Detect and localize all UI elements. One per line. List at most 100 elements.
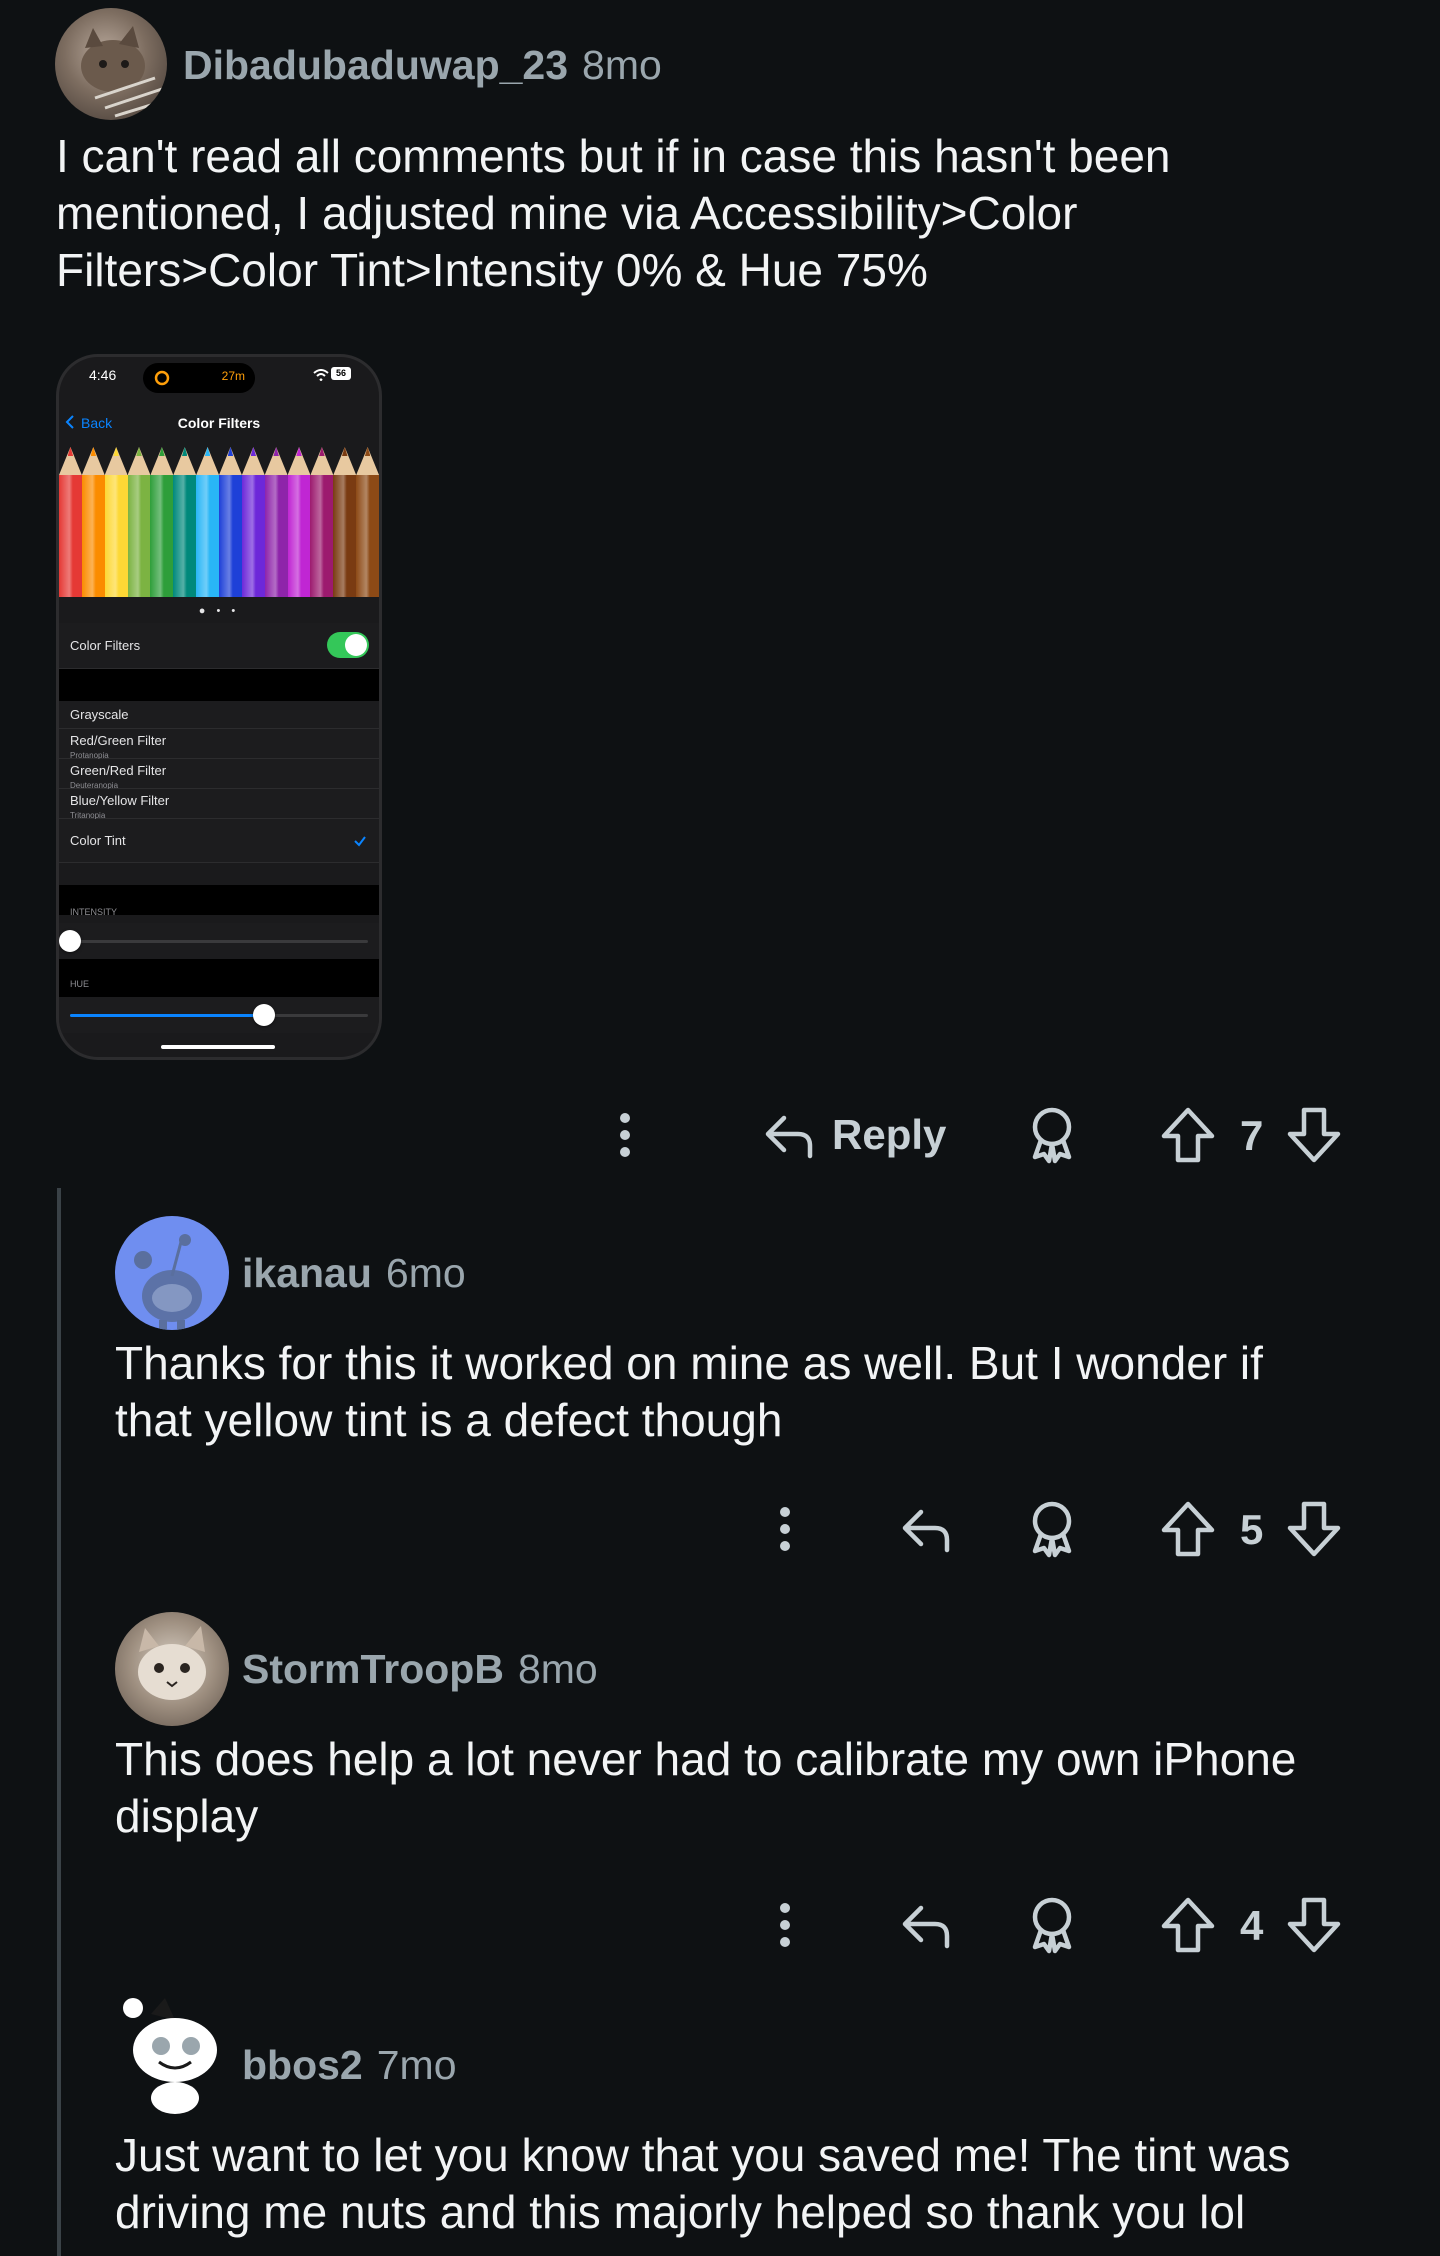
comment-age: 6mo: [385, 1250, 466, 1296]
award-icon: [1032, 1897, 1072, 1954]
username[interactable]: ikanau: [242, 1250, 372, 1296]
intensity-slider-row: [59, 923, 379, 959]
filter-option-label: Green/Red Filter: [70, 763, 167, 778]
home-indicator: [161, 1045, 275, 1049]
comment-body-line: driving me nuts and this majorly helped …: [115, 2186, 1246, 2238]
pencil: [310, 447, 334, 597]
checkmark-icon: [354, 836, 366, 847]
award-button[interactable]: [1022, 1890, 1082, 1960]
avatar[interactable]: [55, 8, 167, 120]
avatar[interactable]: [115, 1990, 229, 2116]
reply-icon: [902, 1509, 950, 1553]
reply-icon: [765, 1115, 813, 1159]
pencil: [104, 447, 128, 597]
comment-actions: Reply 7: [600, 1100, 1360, 1170]
comment-actions: 5: [760, 1494, 1360, 1564]
toggle-label: Color Filters: [70, 638, 141, 653]
vote-count: 4: [1240, 1902, 1264, 1949]
reply-button[interactable]: [896, 1890, 956, 1960]
reply-icon: [902, 1905, 950, 1949]
pencil: [173, 447, 197, 597]
reddit-snoo-avatar-icon: [134, 1234, 202, 1330]
color-pencils-image: [59, 447, 379, 597]
filter-option-label: Red/Green Filter: [70, 733, 167, 748]
comment-author[interactable]: Dibadubaduwap_23 8mo: [183, 42, 662, 89]
image-attachment[interactable]: 4:46 27m 56 Back Color Filters ● • • Col…: [56, 354, 382, 1060]
comment-body-line: display: [115, 1790, 259, 1842]
more-vertical-icon: [780, 1507, 790, 1551]
avatar[interactable]: [115, 1612, 229, 1726]
username[interactable]: bbos2: [242, 2042, 363, 2088]
filter-option-row: Color Tint: [59, 819, 379, 863]
pencil: [356, 447, 379, 597]
hue-slider-row: [59, 997, 379, 1033]
more-vertical-icon: [620, 1113, 630, 1157]
slider-fill: [70, 1014, 264, 1017]
comment-body: This does help a lot never had to calibr…: [115, 1731, 1296, 1845]
comment-body-line: This does help a lot never had to calibr…: [115, 1733, 1297, 1785]
more-options-button[interactable]: [760, 1494, 810, 1564]
cat-photo-icon: [138, 1626, 206, 1700]
comment-actions: 4: [760, 1890, 1360, 1960]
section-gap: [59, 669, 379, 701]
comment-age: 7mo: [376, 2042, 457, 2088]
comment-author[interactable]: bbos2 7mo: [242, 2042, 457, 2089]
toggle-knob: [345, 634, 367, 656]
pencil: [333, 447, 357, 597]
thread-line[interactable]: [57, 1188, 61, 2256]
page-dots: ● • •: [198, 605, 240, 617]
reddit-snoo-avatar-icon: [123, 1998, 217, 2114]
comment-body: Thanks for this it worked on mine as wel…: [115, 1335, 1263, 1449]
phone-status-bar: 4:46 27m 56: [59, 363, 379, 397]
screen-title: Color Filters: [177, 415, 261, 431]
username[interactable]: Dibadubaduwap_23: [183, 42, 568, 88]
pencil: [241, 447, 265, 597]
more-options-button[interactable]: [760, 1890, 810, 1960]
award-button[interactable]: [1022, 1494, 1082, 1564]
pencil: [287, 447, 311, 597]
filter-option-row: Grayscale: [59, 701, 379, 729]
upvote-button[interactable]: [1160, 1890, 1216, 1960]
avatar[interactable]: [115, 1216, 229, 1330]
cat-photo-icon: [81, 26, 167, 118]
color-filters-toggle-row: Color Filters: [59, 623, 379, 669]
wifi-icon: [313, 369, 329, 381]
award-icon: [1032, 1107, 1072, 1164]
filter-option-label: Grayscale: [70, 707, 129, 722]
filter-option-label: Color Tint: [70, 833, 126, 848]
upvote-button[interactable]: [1160, 1494, 1216, 1564]
filter-option-row: Green/Red Filter Deuteranopia: [59, 759, 379, 790]
filter-option-row: Blue/Yellow Filter Tritanopia: [59, 789, 379, 820]
pencil: [264, 447, 288, 597]
upvote-button[interactable]: [1160, 1100, 1216, 1170]
comment-author[interactable]: ikanau 6mo: [242, 1250, 466, 1297]
comment-body-line: Filters>Color Tint>Intensity 0% & Hue 75…: [56, 244, 928, 296]
comment-age: 8mo: [582, 42, 662, 88]
pencil: [59, 447, 82, 597]
pencil: [219, 447, 242, 597]
hue-slider: [70, 1004, 368, 1026]
upvote-icon: [1161, 1107, 1215, 1163]
downvote-icon: [1287, 1501, 1341, 1557]
reply-button[interactable]: Reply: [762, 1100, 962, 1170]
username[interactable]: StormTroopB: [242, 1646, 504, 1692]
downvote-button[interactable]: [1286, 1494, 1342, 1564]
comment-body-line: Thanks for this it worked on mine as wel…: [115, 1337, 1263, 1389]
reply-button[interactable]: [896, 1494, 956, 1564]
upvote-icon: [1161, 1501, 1215, 1557]
award-button[interactable]: [1022, 1100, 1082, 1170]
hue-label: HUE: [70, 979, 90, 989]
comment-body: Just want to let you know that you saved…: [115, 2127, 1290, 2241]
toggle-switch: [327, 632, 369, 658]
phone-nav-bar: Back Color Filters: [59, 407, 379, 437]
filter-option-label: Blue/Yellow Filter: [70, 793, 170, 808]
intensity-label: INTENSITY: [70, 907, 118, 917]
comment-author[interactable]: StormTroopB 8mo: [242, 1646, 598, 1693]
comment-body-line: that yellow tint is a defect though: [115, 1394, 783, 1446]
downvote-button[interactable]: [1286, 1890, 1342, 1960]
filter-option-row: Red/Green Filter Protanopia: [59, 729, 379, 760]
downvote-button[interactable]: [1286, 1100, 1342, 1170]
pencil: [150, 447, 174, 597]
more-options-button[interactable]: [600, 1100, 650, 1170]
award-icon: [1032, 1501, 1072, 1558]
